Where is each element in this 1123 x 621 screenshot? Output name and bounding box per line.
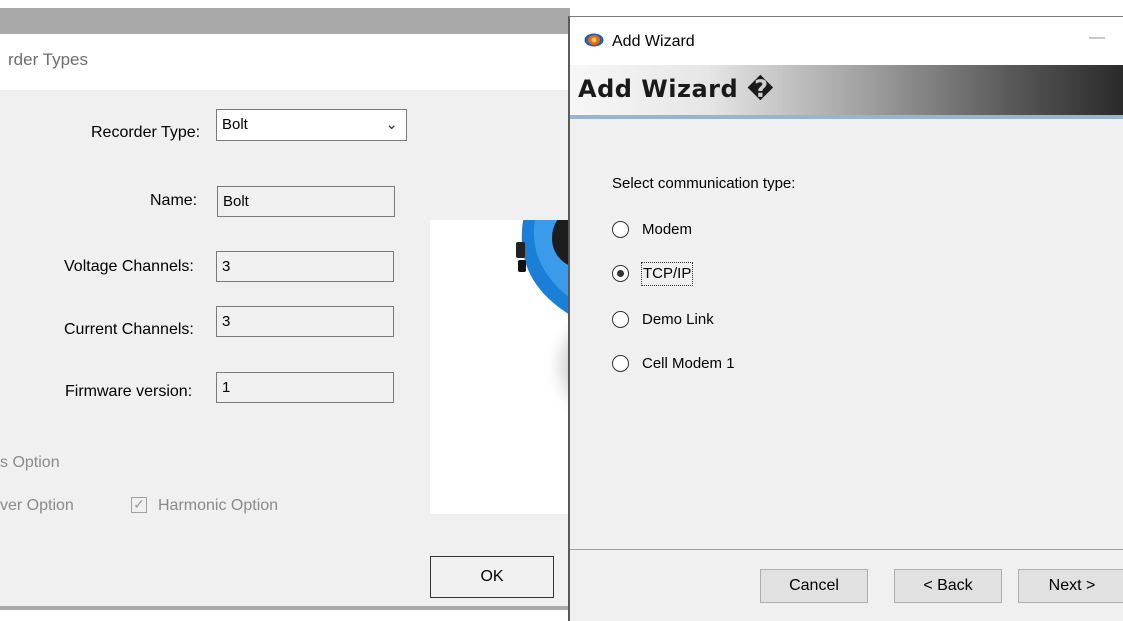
radio-button-selected[interactable] xyxy=(612,265,629,282)
cancel-button[interactable]: Cancel xyxy=(760,569,868,603)
next-button[interactable]: Next > xyxy=(1018,569,1123,603)
option-cut-label-1: s Option xyxy=(0,454,60,471)
voltage-channels-field[interactable]: 3 xyxy=(216,251,394,282)
radio-button[interactable] xyxy=(612,311,629,328)
current-channels-label: Current Channels: xyxy=(64,321,194,338)
radio-label: Demo Link xyxy=(642,311,714,328)
harmonic-option-checkbox[interactable]: ✓ xyxy=(131,497,147,513)
wizard-header-divider xyxy=(570,115,1123,119)
recorder-preview-image xyxy=(430,165,640,514)
radio-label: TCP/IP xyxy=(640,262,694,286)
chevron-down-icon[interactable]: ⌄ xyxy=(385,110,398,140)
harmonic-option-label: Harmonic Option xyxy=(158,497,279,514)
wizard-header-banner: Add Wizard � xyxy=(570,65,1123,115)
radio-label: Cell Modem 1 xyxy=(642,355,735,372)
current-channels-field[interactable]: 3 xyxy=(216,306,394,337)
recorder-type-select[interactable]: Bolt ⌄ xyxy=(216,109,407,141)
recorder-dialog-caption: rder Types xyxy=(0,34,570,90)
name-field[interactable]: Bolt xyxy=(217,186,395,217)
recorder-type-label: Recorder Type: xyxy=(91,124,201,141)
recorder-type-value: Bolt xyxy=(222,116,248,133)
radio-button[interactable] xyxy=(612,355,629,372)
wizard-window-title: Add Wizard xyxy=(612,33,695,50)
recorder-dialog-bottom-edge xyxy=(0,606,570,610)
radio-button[interactable] xyxy=(612,221,629,238)
recorder-types-dialog: rder Types Recorder Type: Bolt ⌄ Name: B… xyxy=(0,8,640,610)
radio-label: Modem xyxy=(642,221,693,238)
wizard-titlebar: Add Wizard — xyxy=(570,17,1123,65)
bolt-device-illustration xyxy=(500,165,640,420)
wizard-footer-separator xyxy=(570,549,1123,550)
back-button[interactable]: < Back xyxy=(894,569,1002,603)
ok-button[interactable]: OK xyxy=(430,556,554,598)
voltage-channels-label: Voltage Channels: xyxy=(64,258,194,275)
recorder-dialog-titlebar xyxy=(0,8,570,34)
firmware-version-field[interactable]: 1 xyxy=(216,372,394,403)
recorder-dialog-title: rder Types xyxy=(8,50,89,69)
app-eye-icon xyxy=(584,33,604,47)
firmware-version-label: Firmware version: xyxy=(65,383,193,400)
wizard-header-title: Add Wizard � xyxy=(578,75,775,103)
name-label: Name: xyxy=(150,192,198,209)
communication-type-prompt: Select communication type: xyxy=(612,175,796,192)
option-cut-label-2: ver Option xyxy=(0,497,74,514)
add-wizard-dialog: Add Wizard — Add Wizard � Select communi… xyxy=(568,16,1123,621)
minimize-button[interactable]: — xyxy=(1089,29,1105,47)
